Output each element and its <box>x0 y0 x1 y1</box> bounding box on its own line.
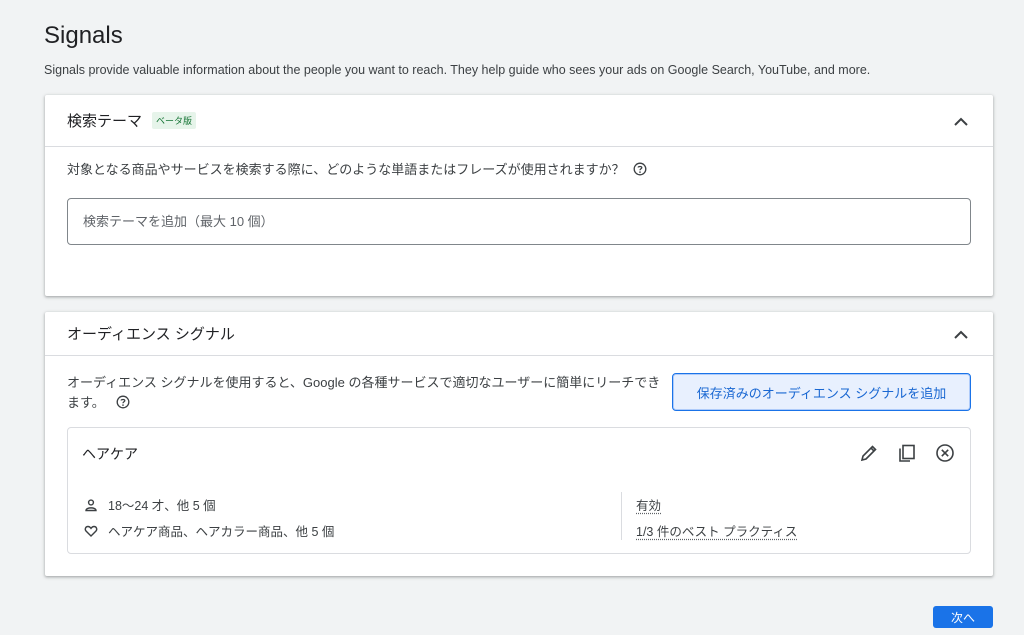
audience-signal-header[interactable]: オーディエンス シグナル <box>45 312 993 356</box>
audience-signal-description: オーディエンス シグナルを使用すると、Google の各種サービスで適切なユーザ… <box>67 373 667 413</box>
signal-interests: ヘアケア商品、ヘアカラー商品、他 5 個 <box>84 521 334 540</box>
signal-divider <box>621 492 622 540</box>
add-saved-audience-button[interactable]: 保存済みのオーディエンス シグナルを追加 <box>672 373 971 411</box>
help-icon[interactable] <box>633 162 647 176</box>
signal-name: ヘアケア <box>82 446 138 462</box>
search-themes-header[interactable]: 検索テーマ ベータ版 <box>45 95 993 147</box>
chevron-up-icon[interactable] <box>951 324 971 344</box>
search-themes-question: 対象となる商品やサービスを検索する際に、どのような単語またはフレーズが使用されま… <box>67 159 647 178</box>
beta-badge: ベータ版 <box>152 112 197 129</box>
heart-icon <box>84 524 100 538</box>
search-themes-question-text: 対象となる商品やサービスを検索する際に、どのような単語またはフレーズが使用されま… <box>67 162 625 177</box>
page-subtitle: Signals provide valuable information abo… <box>44 63 871 77</box>
best-practices-link[interactable]: 1/3 件のベスト プラクティス <box>636 521 797 540</box>
next-button[interactable]: 次へ <box>933 606 993 628</box>
pencil-icon[interactable] <box>858 442 880 464</box>
copy-icon[interactable] <box>896 442 918 464</box>
audience-signal-item: ヘアケア 18〜24 才、他 5 個 ヘアケア商品、ヘアカラー商品、他 5 個 <box>67 427 971 554</box>
audience-signal-title: オーディエンス シグナル <box>67 326 235 343</box>
search-themes-title: 検索テーマ <box>67 113 143 130</box>
demographics-text: 18〜24 才、他 5 個 <box>108 499 216 513</box>
chevron-up-icon[interactable] <box>951 111 971 131</box>
search-themes-card: 検索テーマ ベータ版 対象となる商品やサービスを検索する際に、どのような単語また… <box>45 95 993 296</box>
person-icon <box>84 498 100 512</box>
audience-description-text: オーディエンス シグナルを使用すると、Google の各種サービスで適切なユーザ… <box>67 375 661 410</box>
interests-text: ヘアケア商品、ヘアカラー商品、他 5 個 <box>108 525 335 539</box>
audience-signal-card: オーディエンス シグナル オーディエンス シグナルを使用すると、Google の… <box>45 312 993 576</box>
page-title: Signals <box>44 22 123 49</box>
signal-status[interactable]: 有効 <box>636 495 661 514</box>
signal-actions <box>858 442 956 464</box>
search-theme-input[interactable] <box>67 198 971 245</box>
remove-circle-icon[interactable] <box>934 442 956 464</box>
help-icon[interactable] <box>116 395 130 409</box>
signal-demographics: 18〜24 才、他 5 個 <box>84 495 216 514</box>
